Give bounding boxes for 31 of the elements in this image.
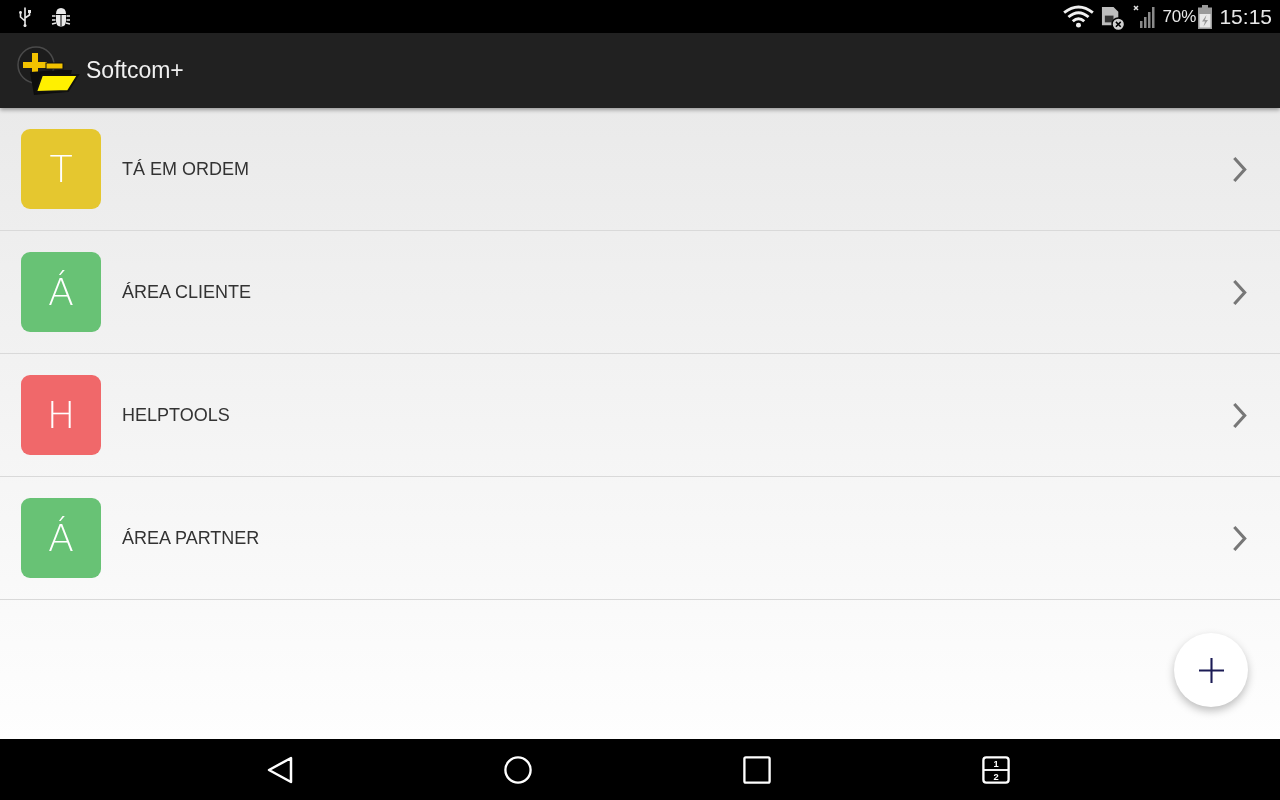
item-label: ÁREA CLIENTE (122, 281, 253, 303)
bug-icon (51, 6, 71, 27)
usb-icon (19, 6, 31, 27)
battery-percent: 70% (1162, 6, 1197, 27)
chevron-right-icon (1232, 278, 1247, 306)
chevron-right-icon (1232, 524, 1247, 552)
chevron-right-icon (1232, 401, 1247, 429)
list-item[interactable]: T TÁ EM ORDEM (0, 108, 1280, 231)
folder-plus-logo-icon (16, 44, 80, 97)
list-item[interactable]: H HELPTOOLS (0, 354, 1280, 477)
battery-charging-icon (1198, 4, 1213, 29)
letter-avatar: T (21, 129, 101, 209)
split-screen-icon[interactable]: 1 2 (982, 755, 1010, 784)
item-label: HELPTOOLS (122, 404, 231, 426)
wifi-icon (1063, 5, 1095, 28)
clock-time: 15:15 (1219, 4, 1272, 29)
signal-icon (1133, 4, 1158, 29)
back-icon[interactable] (267, 755, 293, 784)
item-label: ÁREA PARTNER (122, 527, 261, 549)
item-label: TÁ EM ORDEM (122, 158, 250, 180)
letter-avatar: Á (21, 252, 101, 332)
chevron-right-icon (1232, 155, 1247, 183)
list-item[interactable]: Á ÁREA PARTNER (0, 477, 1280, 600)
home-icon[interactable] (504, 755, 532, 784)
recents-icon[interactable] (743, 755, 771, 784)
add-button[interactable] (1174, 633, 1248, 707)
list-item[interactable]: Á ÁREA CLIENTE (0, 231, 1280, 354)
letter-avatar: Á (21, 498, 101, 578)
app-title: Softcom+ (86, 57, 184, 84)
plus-icon (1198, 657, 1224, 683)
letter-avatar: H (21, 375, 101, 455)
